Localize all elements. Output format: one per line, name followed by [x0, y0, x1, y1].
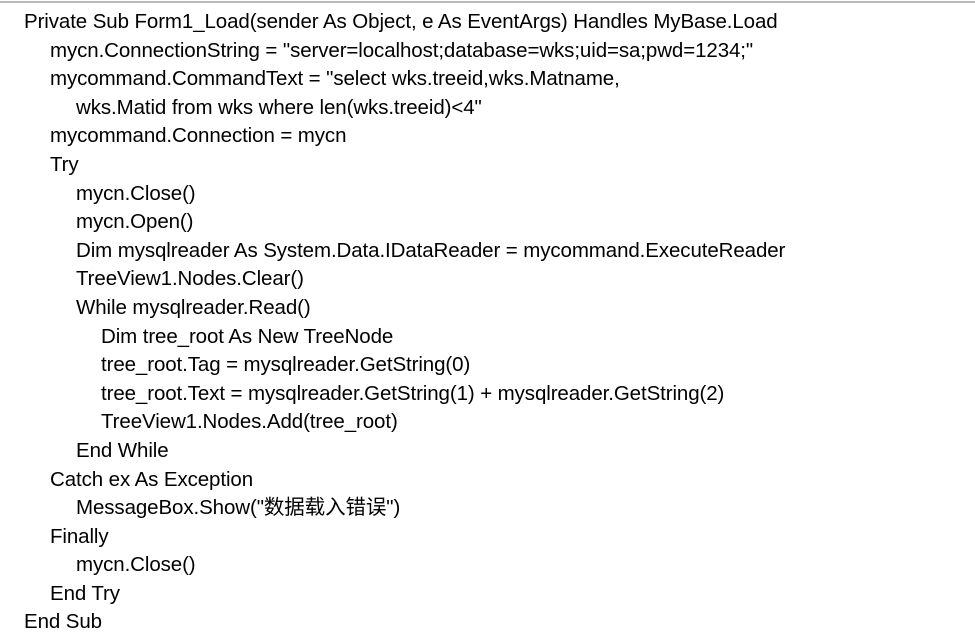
code-line: Finally: [50, 524, 109, 548]
code-line: mycommand.CommandText = "select wks.tree…: [50, 67, 620, 91]
code-line: TreeView1.Nodes.Clear(): [76, 267, 304, 291]
code-line: mycn.Close(): [76, 181, 196, 205]
code-listing: Private Sub Form1_Load(sender As Object,…: [0, 0, 975, 633]
code-line: End While: [76, 438, 169, 462]
code-line: mycn.Open(): [76, 210, 194, 234]
code-line: Dim tree_root As New TreeNode: [101, 324, 394, 348]
code-line: End Sub: [24, 610, 102, 634]
code-line: While mysqlreader.Read(): [76, 295, 311, 319]
code-line: wks.Matid from wks where len(wks.treeid)…: [76, 95, 482, 119]
code-line: tree_root.Tag = mysqlreader.GetString(0): [101, 353, 471, 377]
code-line: MessageBox.Show("数据载入错误"): [76, 496, 401, 520]
code-line: mycn.ConnectionString = "server=localhos…: [50, 38, 754, 62]
code-line: Private Sub Form1_Load(sender As Object,…: [24, 10, 778, 33]
code-line: End Try: [50, 581, 120, 605]
code-line: mycn.Close(): [76, 553, 196, 577]
top-divider-rule: [0, 1, 975, 3]
code-line: tree_root.Text = mysqlreader.GetString(1…: [101, 381, 725, 405]
code-lines-container: Private Sub Form1_Load(sender As Object,…: [0, 8, 975, 637]
code-line: TreeView1.Nodes.Add(tree_root): [101, 410, 398, 434]
code-line: Try: [50, 152, 79, 176]
code-line: Dim mysqlreader As System.Data.IDataRead…: [76, 238, 786, 262]
code-line: Catch ex As Exception: [50, 467, 254, 491]
code-line: mycommand.Connection = mycn: [50, 124, 347, 148]
